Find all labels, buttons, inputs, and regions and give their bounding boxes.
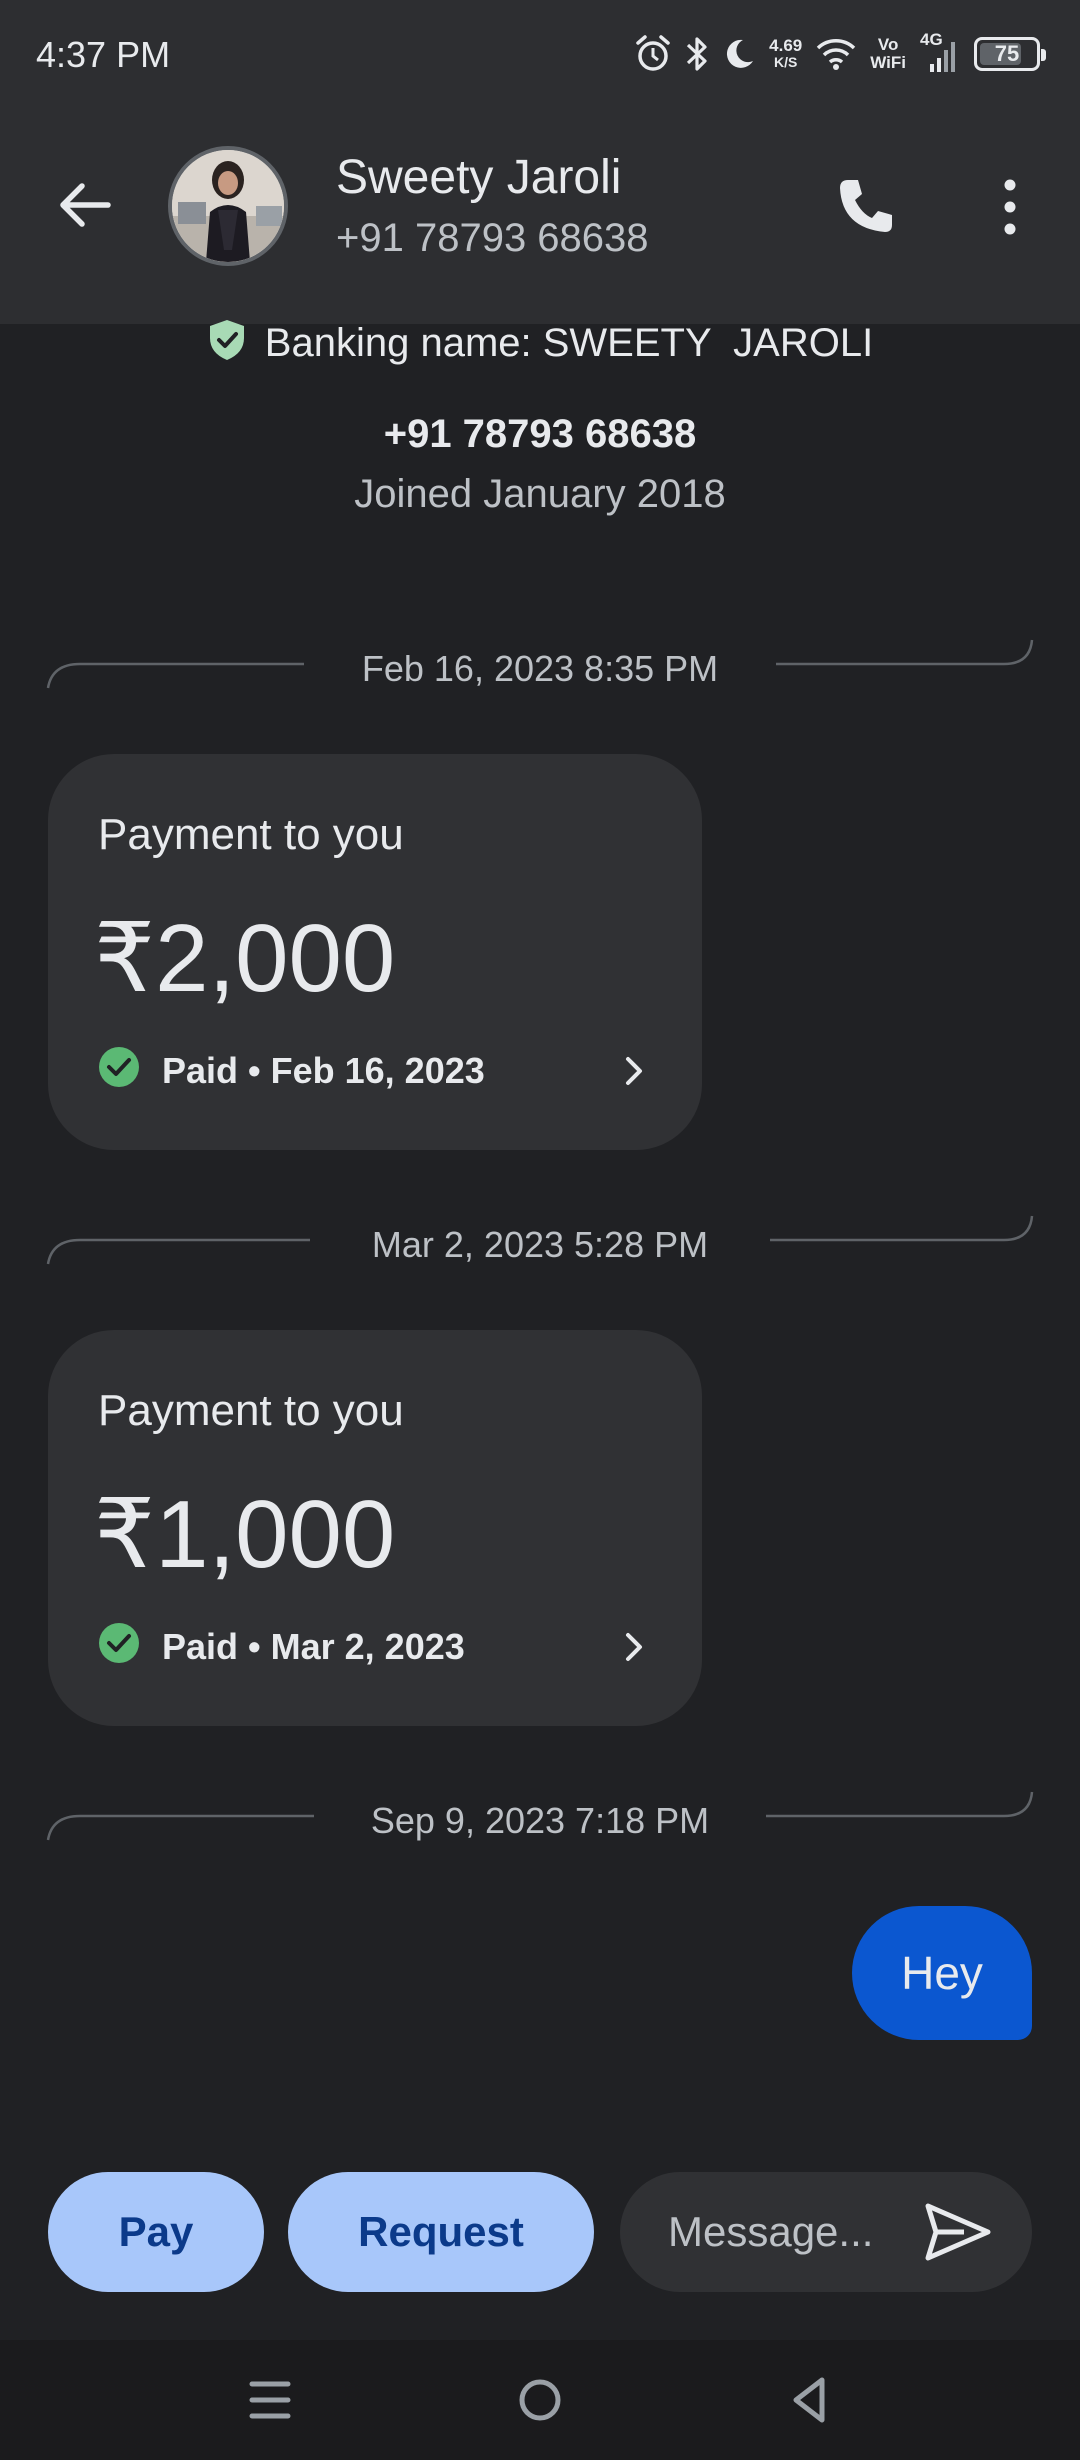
- date-separator-label: Feb 16, 2023 8:35 PM: [361, 648, 719, 689]
- check-circle-icon: [98, 1622, 140, 1673]
- profile-phone: +91 78793 68638: [383, 412, 697, 456]
- date-separator: Mar 2, 2023 5:28 PM: [0, 1206, 1080, 1286]
- chat-header: Sweety Jaroli +91 78793 68638: [0, 110, 1080, 324]
- signal-icon: 4G: [920, 30, 960, 74]
- message-input[interactable]: [668, 2202, 908, 2262]
- contact-phone: +91 78793 68638: [336, 216, 649, 260]
- status-time: 4:37 PM: [36, 34, 171, 75]
- payment-status-text: Paid • Mar 2, 2023: [162, 1626, 465, 1667]
- payment-status-text: Paid • Feb 16, 2023: [162, 1050, 485, 1091]
- top-bar: 4:37 PM 4.69 K/S Vo WiFi 4G 75 Sweety Ja…: [0, 0, 1080, 324]
- battery-level: 75: [994, 41, 1020, 66]
- status-icons: 4.69 K/S Vo WiFi 4G 75: [635, 30, 1046, 78]
- vowifi-bottom: WiFi: [870, 53, 906, 72]
- bluetooth-icon: [685, 35, 709, 73]
- banking-name-row: Banking name: SWEETY JAROLI: [0, 318, 1080, 372]
- request-button[interactable]: Request: [288, 2172, 594, 2292]
- status-bar: 4:37 PM 4.69 K/S Vo WiFi 4G 75: [0, 0, 1080, 110]
- dnd-moon-icon: [723, 37, 755, 71]
- verified-shield-icon: [207, 318, 247, 372]
- payment-status: Paid • Feb 16, 2023: [98, 1046, 485, 1096]
- profile-joined-date: Joined January 2018: [354, 472, 726, 516]
- banking-name: Banking name: SWEETY JAROLI: [264, 321, 874, 365]
- alarm-icon: [635, 35, 671, 73]
- home-icon[interactable]: [508, 2368, 572, 2432]
- check-circle-icon: [98, 1046, 140, 1097]
- payment-title: Payment to you: [98, 1386, 404, 1435]
- vowifi-indicator: Vo WiFi: [870, 36, 906, 72]
- payment-title: Payment to you: [98, 810, 404, 859]
- payment-amount: ₹1,000: [94, 1481, 396, 1588]
- date-separator-label: Sep 9, 2023 7:18 PM: [370, 1800, 710, 1841]
- payment-amount: ₹2,000: [94, 905, 396, 1012]
- contact-avatar[interactable]: [168, 146, 288, 266]
- phone-icon[interactable]: [830, 172, 900, 242]
- chevron-right-icon[interactable]: [608, 1622, 658, 1672]
- back-triangle-icon[interactable]: [778, 2368, 842, 2432]
- message-composer: [620, 2172, 1032, 2292]
- back-arrow-icon[interactable]: [50, 170, 120, 240]
- pay-button[interactable]: Pay: [48, 2172, 264, 2292]
- date-separator: Feb 16, 2023 8:35 PM: [0, 630, 1080, 710]
- date-separator-label: Mar 2, 2023 5:28 PM: [371, 1224, 709, 1265]
- more-vert-icon[interactable]: [990, 172, 1030, 242]
- wifi-icon: [816, 37, 856, 71]
- system-nav-bar: [0, 2340, 1080, 2460]
- send-icon[interactable]: [920, 2198, 996, 2266]
- contact-name[interactable]: Sweety Jaroli: [336, 150, 621, 205]
- sent-message-bubble[interactable]: Hey: [852, 1906, 1032, 2040]
- menu-icon[interactable]: [238, 2368, 302, 2432]
- battery-icon: 75: [974, 37, 1046, 71]
- payment-card[interactable]: Payment to you ₹1,000 Paid • Mar 2, 2023: [48, 1330, 702, 1726]
- net-speed-unit: K/S: [774, 54, 798, 70]
- net-speed-value: 4.69: [769, 36, 803, 55]
- chat-screen: 4:37 PM 4.69 K/S Vo WiFi 4G 75 Sweety Ja…: [0, 0, 1080, 2460]
- net-speed: 4.69 K/S: [769, 37, 802, 71]
- vowifi-top: Vo: [877, 35, 899, 54]
- date-separator: Sep 9, 2023 7:18 PM: [0, 1782, 1080, 1862]
- chevron-right-icon[interactable]: [608, 1046, 658, 1096]
- payment-card[interactable]: Payment to you ₹2,000 Paid • Feb 16, 202…: [48, 754, 702, 1150]
- payment-status: Paid • Mar 2, 2023: [98, 1622, 465, 1672]
